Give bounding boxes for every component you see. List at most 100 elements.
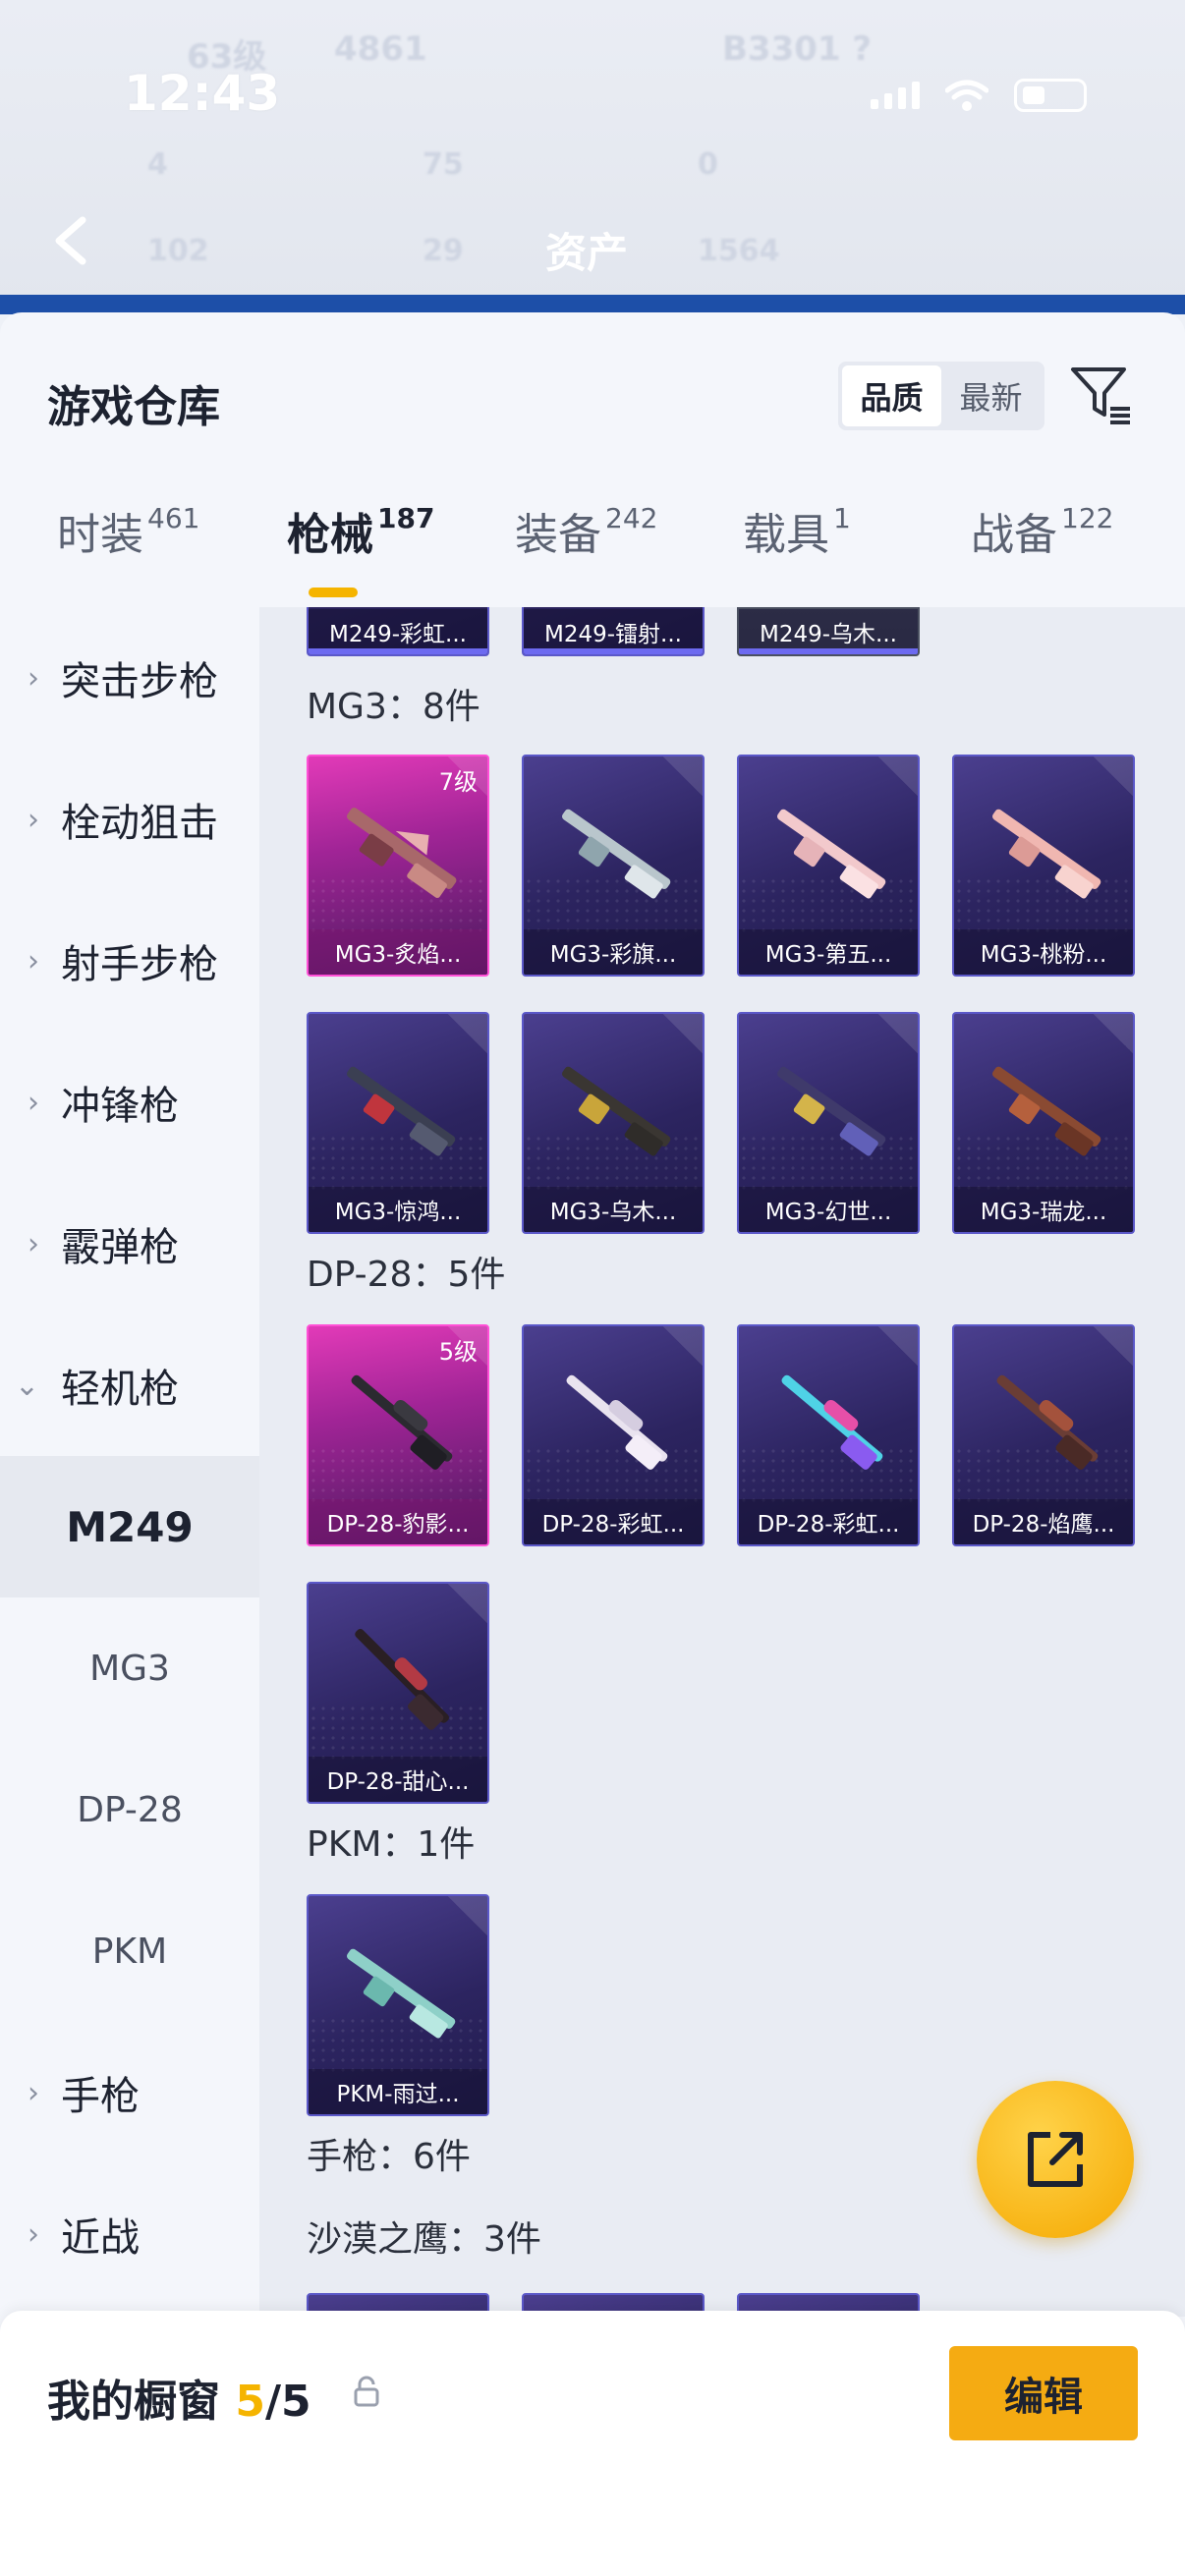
sidebar-item-shotgun[interactable]: › 霰弹枪 bbox=[0, 1195, 259, 1293]
gun-icon bbox=[777, 809, 886, 899]
item-card[interactable]: MG3-彩旗... bbox=[522, 755, 705, 977]
sidebar-item-marksman[interactable]: › 射手步枪 bbox=[0, 912, 259, 1010]
item-card[interactable]: M249-乌木... bbox=[737, 607, 920, 656]
item-level: 5级 bbox=[438, 1338, 478, 1366]
sidebar-item-label: 近战 bbox=[61, 2215, 140, 2261]
sidebar-subitem-mg3[interactable]: MG3 bbox=[0, 1597, 259, 1739]
tab-supplies[interactable]: 战备 122 bbox=[971, 499, 1113, 562]
item-name: PKM-雨过... bbox=[309, 2069, 487, 2114]
gun-icon bbox=[347, 808, 457, 898]
section-label-mg3: MG3：8件 bbox=[307, 687, 480, 727]
gun-icon bbox=[355, 1629, 449, 1730]
sort-quality-button[interactable]: 品质 bbox=[842, 365, 941, 426]
item-card[interactable]: 7级 MG3-炙焰... bbox=[307, 755, 489, 977]
sidebar-item-label: 栓动狙击 bbox=[61, 801, 218, 846]
item-card[interactable]: MG3-瑞龙... bbox=[952, 1012, 1135, 1234]
item-card[interactable]: MG3-幻世... bbox=[737, 1012, 920, 1234]
gun-icon bbox=[996, 1374, 1099, 1470]
sidebar-item-lmg[interactable]: ⌄ 轻机枪 bbox=[0, 1336, 259, 1434]
item-name: MG3-乌木... bbox=[524, 1187, 703, 1232]
item-card[interactable]: M249-彩虹... bbox=[307, 607, 489, 656]
background-header: 63级 4861 B3301 ? 4 75 0 102 29 1564 12:4… bbox=[0, 0, 1185, 314]
gun-icon bbox=[562, 809, 671, 899]
page-title: 资产 bbox=[545, 229, 629, 277]
bg-stat: 75 bbox=[423, 147, 464, 182]
tab-label: 载具 bbox=[743, 510, 829, 560]
tab-vehicles[interactable]: 载具 1 bbox=[743, 499, 851, 562]
item-card[interactable]: PKM-雨过... bbox=[307, 1894, 489, 2116]
item-level: 7级 bbox=[438, 768, 478, 796]
chevron-right-icon: › bbox=[28, 660, 39, 696]
wifi-icon bbox=[945, 80, 988, 111]
sidebar-item-assault-rifle[interactable]: › 突击步枪 bbox=[0, 629, 259, 727]
card-underline bbox=[309, 648, 487, 654]
tab-label: 枪械 bbox=[287, 510, 373, 560]
item-card[interactable]: DP-28-甜心... bbox=[307, 1582, 489, 1804]
sidebar-item-bolt-sniper[interactable]: › 栓动狙击 bbox=[0, 770, 259, 868]
lock-icon bbox=[354, 2376, 379, 2407]
tab-guns[interactable]: 枪械 187 bbox=[287, 499, 434, 562]
sidebar-subitem-m249[interactable]: M249 bbox=[0, 1456, 259, 1597]
signal-icon bbox=[871, 82, 920, 109]
bg-stat: 29 bbox=[423, 234, 464, 268]
sheet-title: 游戏仓库 bbox=[47, 382, 220, 432]
tab-label: 时装 bbox=[57, 510, 143, 560]
item-grid: M249-彩虹... M249-镭射... M249-乌木... MG3：8件 … bbox=[259, 607, 1185, 2317]
item-card[interactable]: DP-28-彩虹... bbox=[522, 1324, 705, 1546]
sidebar-subitem-pkm[interactable]: PKM bbox=[0, 1880, 259, 2022]
background-band bbox=[0, 295, 1185, 314]
sidebar-item-pistol[interactable]: › 手枪 bbox=[0, 2044, 259, 2142]
gun-icon bbox=[781, 1374, 883, 1470]
chevron-right-icon: › bbox=[28, 1226, 39, 1261]
tab-indicator bbox=[309, 588, 358, 597]
gun-icon bbox=[992, 1066, 1101, 1156]
warehouse-sheet: 游戏仓库 品质 最新 时装 461 枪械 187 装备 242 载具 1 战备 122 ›… bbox=[0, 312, 1185, 2576]
back-arrow-icon[interactable] bbox=[51, 216, 90, 265]
item-card[interactable]: MG3-乌木... bbox=[522, 1012, 705, 1234]
status-icons bbox=[871, 79, 1087, 112]
showcase-label: 我的橱窗 5/5 bbox=[47, 2366, 311, 2429]
item-card[interactable]: M249-镭射... bbox=[522, 607, 705, 656]
sort-newest-button[interactable]: 最新 bbox=[941, 365, 1041, 426]
item-name: DP-28-彩虹... bbox=[524, 1499, 703, 1544]
sidebar-item-label: 突击步枪 bbox=[61, 659, 218, 704]
filter-icon[interactable] bbox=[1067, 360, 1136, 428]
section-label-pkm: PKM：1件 bbox=[307, 1824, 476, 1865]
item-name: MG3-幻世... bbox=[739, 1187, 918, 1232]
item-card[interactable]: MG3-第五... bbox=[737, 755, 920, 977]
sidebar-item-label: 冲锋枪 bbox=[61, 1084, 179, 1129]
sidebar-subitem-dp28[interactable]: DP-28 bbox=[0, 1739, 259, 1880]
share-button[interactable] bbox=[977, 2081, 1134, 2238]
item-card[interactable]: 5级 DP-28-豹影... bbox=[307, 1324, 489, 1546]
item-name: DP-28-豹影... bbox=[309, 1499, 487, 1544]
item-card[interactable]: MG3-惊鸿... bbox=[307, 1012, 489, 1234]
item-name: MG3-瑞龙... bbox=[954, 1187, 1133, 1232]
gun-icon bbox=[562, 1066, 671, 1156]
item-name: MG3-惊鸿... bbox=[309, 1187, 487, 1232]
item-name: DP-28-甜心... bbox=[309, 1757, 487, 1802]
tab-equipment[interactable]: 装备 242 bbox=[515, 499, 657, 562]
item-card[interactable]: MG3-桃粉... bbox=[952, 755, 1135, 977]
sidebar-item-label: 轻机枪 bbox=[61, 1367, 179, 1412]
tab-label: 战备 bbox=[971, 510, 1057, 560]
sidebar-item-smg[interactable]: › 冲锋枪 bbox=[0, 1053, 259, 1151]
section-label-dp28: DP-28：5件 bbox=[307, 1255, 506, 1295]
tab-fashion[interactable]: 时装 461 bbox=[57, 499, 199, 562]
tab-count: 242 bbox=[605, 502, 658, 534]
tab-count: 122 bbox=[1061, 502, 1114, 534]
item-card[interactable]: DP-28-焰鹰... bbox=[952, 1324, 1135, 1546]
showcase-count-current: 5 bbox=[235, 2377, 265, 2427]
item-card[interactable]: DP-28-彩虹... bbox=[737, 1324, 920, 1546]
edit-button[interactable]: 编辑 bbox=[949, 2346, 1138, 2440]
category-tabs: 时装 461 枪械 187 装备 242 载具 1 战备 122 bbox=[0, 499, 1185, 607]
section-label-desert-eagle: 沙漠之鹰：3件 bbox=[307, 2219, 541, 2260]
section-label-pistol: 手枪：6件 bbox=[307, 2137, 471, 2177]
bg-stat: 102 bbox=[147, 234, 209, 268]
sidebar-item-melee[interactable]: › 近战 bbox=[0, 2185, 259, 2283]
gun-icon bbox=[347, 1066, 456, 1156]
item-name: MG3-炙焰... bbox=[309, 929, 487, 975]
sort-toggle: 品质 最新 bbox=[838, 362, 1044, 430]
tab-label: 装备 bbox=[515, 510, 601, 560]
sidebar: › 突击步枪 › 栓动狙击 › 射手步枪 › 冲锋枪 › 霰弹枪 ⌄ 轻机枪 M249 MG… bbox=[0, 607, 259, 2317]
item-name: MG3-第五... bbox=[739, 929, 918, 975]
